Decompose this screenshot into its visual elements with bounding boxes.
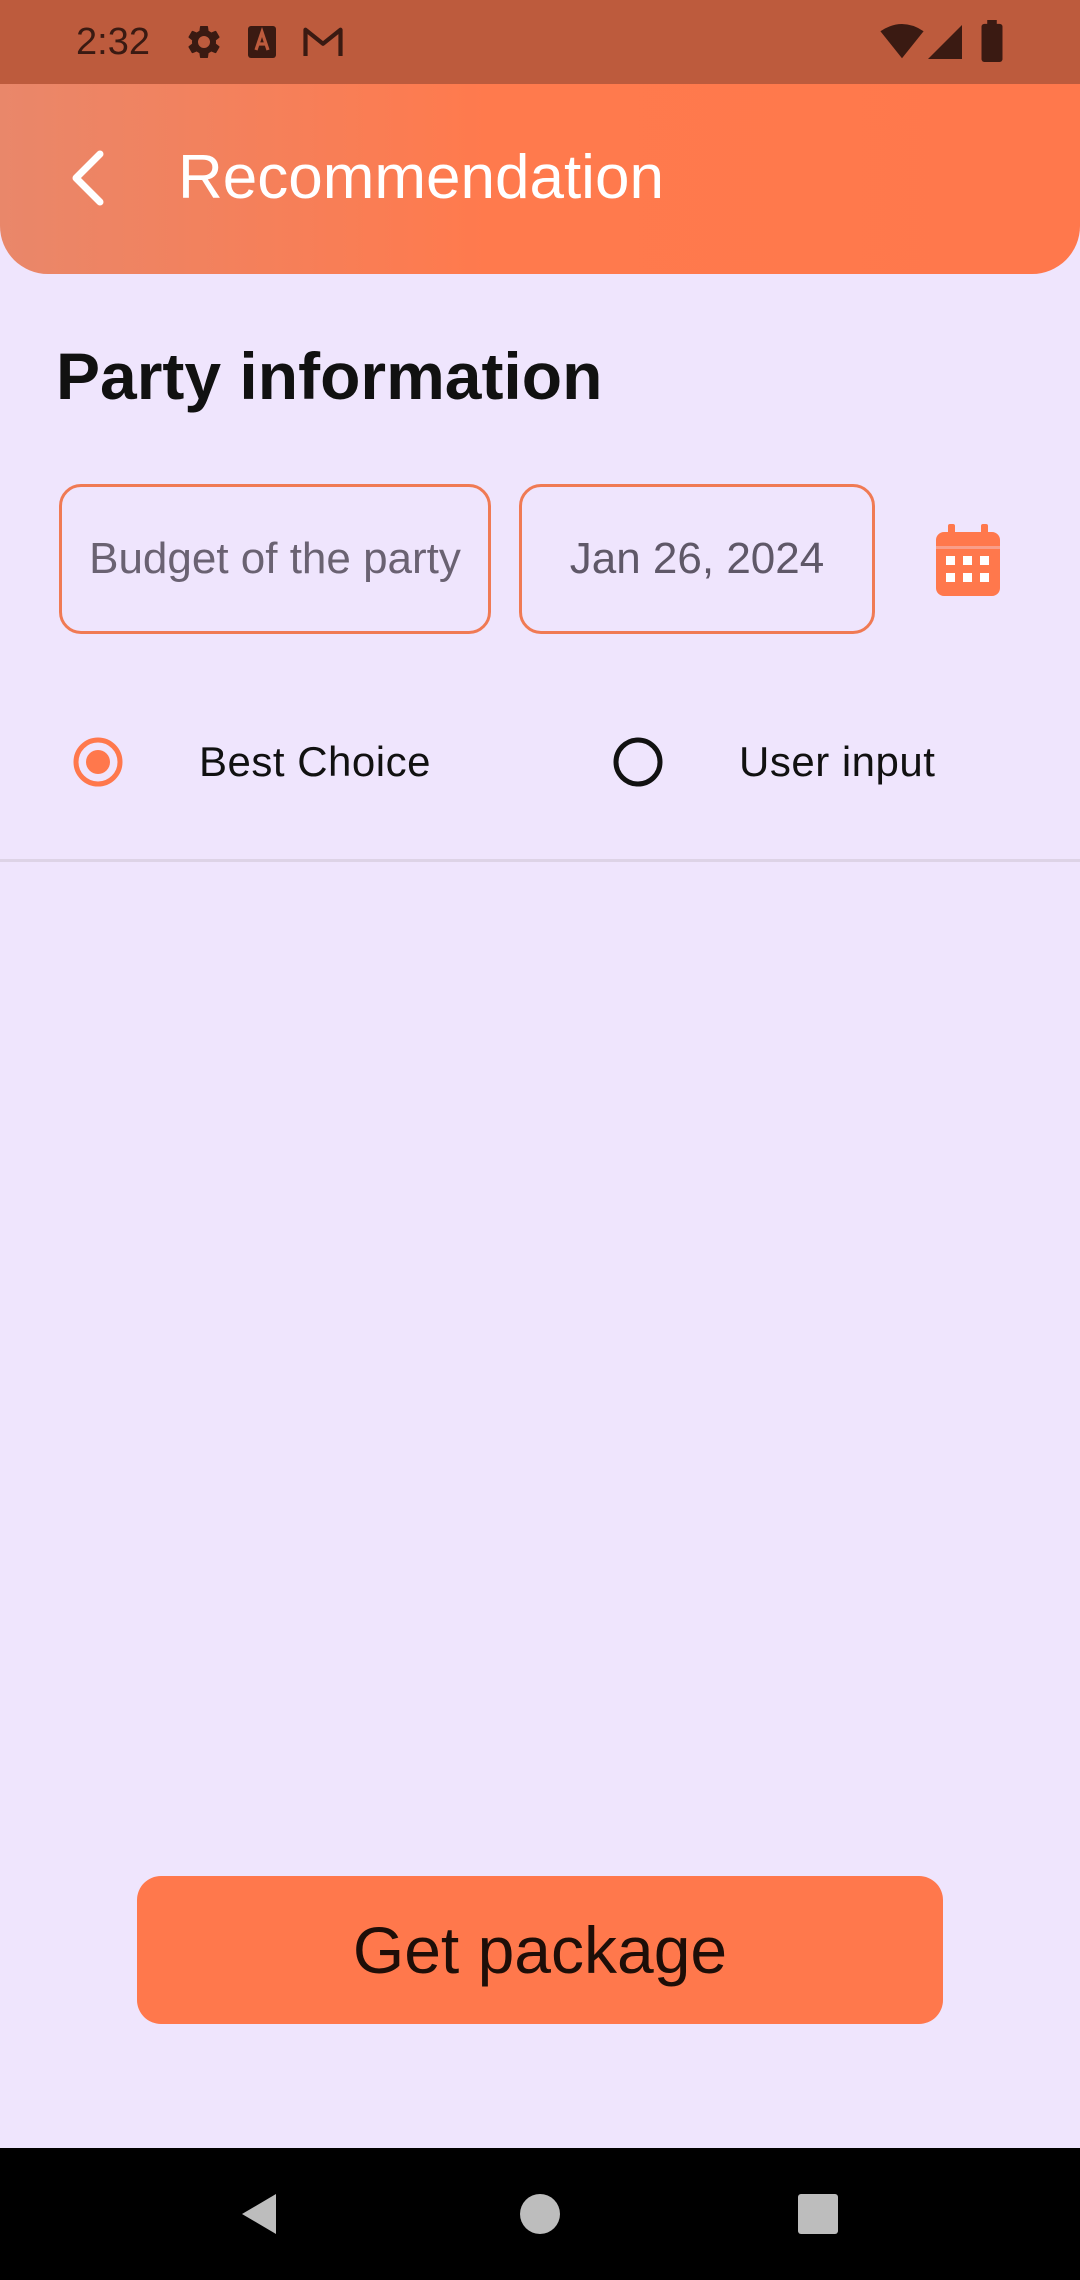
- cell-signal-icon: [928, 25, 962, 59]
- radio-selected-icon: [73, 737, 123, 787]
- navigation-bar: [0, 2148, 1080, 2280]
- screen: 2:32 Recommendation Party information Bu…: [0, 0, 1080, 2280]
- page-title: Recommendation: [178, 143, 664, 212]
- wifi-icon: [880, 24, 924, 59]
- date-field[interactable]: [519, 484, 875, 634]
- font-a-icon: [248, 26, 276, 58]
- gmail-icon: [303, 27, 343, 56]
- nav-home-icon[interactable]: [516, 2190, 564, 2238]
- calendar-button[interactable]: [934, 524, 1002, 598]
- radio-user-input[interactable]: [612, 736, 664, 788]
- radio-label-best-choice: Best Choice: [199, 738, 431, 785]
- radio-unselected-icon: [613, 737, 663, 787]
- battery-icon: [981, 20, 1003, 62]
- divider: [0, 859, 1080, 862]
- calendar-icon: [936, 524, 1000, 596]
- chevron-left-icon: [72, 150, 104, 206]
- app-bar: Recommendation: [0, 84, 1080, 274]
- nav-recents-icon[interactable]: [794, 2190, 842, 2238]
- radio-label-user-input: User input: [739, 738, 936, 785]
- back-button[interactable]: [56, 138, 120, 218]
- section-title: Party information: [56, 339, 603, 413]
- radio-best-choice[interactable]: [72, 736, 124, 788]
- nav-back-icon[interactable]: [236, 2190, 284, 2238]
- budget-input[interactable]: [59, 484, 491, 634]
- status-bar: 2:32: [0, 0, 1080, 84]
- get-package-button[interactable]: Get package: [137, 1876, 943, 2024]
- status-time: 2:32: [76, 21, 150, 63]
- gear-icon: [188, 25, 220, 58]
